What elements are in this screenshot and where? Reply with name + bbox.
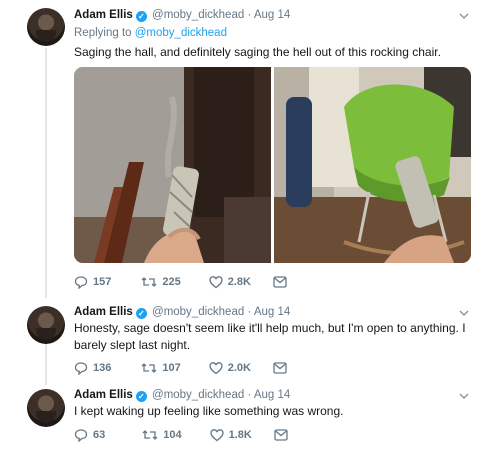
retweet-icon	[142, 430, 158, 440]
dm-button[interactable]	[273, 276, 287, 288]
reply-icon	[74, 276, 88, 289]
reply-count: 157	[93, 276, 112, 288]
tweet-header: Adam Ellis ✓ @moby_dickhead · Aug 14	[74, 9, 290, 22]
dm-button[interactable]	[273, 362, 287, 374]
verified-badge-icon: ✓	[135, 391, 147, 402]
avatar[interactable]	[27, 306, 65, 344]
like-icon	[209, 276, 223, 289]
retweet-button[interactable]: 225	[141, 275, 181, 289]
reply-button[interactable]: 136	[74, 361, 111, 375]
tweet-actions: 136 107 2.0K	[74, 360, 287, 376]
chevron-down-icon[interactable]	[458, 307, 470, 319]
tweet[interactable]: Adam Ellis ✓ @moby_dickhead · Aug 14 Repl…	[0, 0, 500, 295]
author-name[interactable]: Adam Ellis	[74, 306, 133, 318]
tweet-text: Saging the hall, and definitely saging t…	[74, 45, 441, 59]
dm-icon	[273, 362, 287, 374]
reply-button[interactable]: 63	[74, 428, 105, 442]
like-count: 2.0K	[227, 362, 251, 374]
reply-count: 63	[93, 429, 106, 441]
photo-rocking-chair[interactable]	[274, 67, 471, 263]
author-name[interactable]: Adam Ellis	[74, 9, 133, 21]
author-handle[interactable]: @moby_dickhead	[152, 306, 244, 318]
reply-button[interactable]: 157	[74, 275, 111, 289]
tweet-actions: 63 104 1.8K	[74, 427, 288, 443]
dm-icon	[273, 276, 287, 288]
photo-hall-sage[interactable]	[74, 67, 271, 263]
dm-button[interactable]	[274, 429, 288, 441]
author-handle[interactable]: @moby_dickhead	[152, 9, 244, 21]
verified-badge-icon: ✓	[135, 308, 147, 319]
reply-context: Replying to @moby_dickhead	[74, 27, 227, 39]
tweet-text: Honesty, sage doesn't seem like it'll he…	[74, 321, 466, 352]
tweet-date[interactable]: Aug 14	[254, 9, 290, 21]
like-icon	[209, 362, 223, 375]
like-button[interactable]: 2.8K	[209, 275, 251, 289]
retweet-icon	[141, 363, 157, 373]
avatar[interactable]	[27, 8, 65, 46]
author-name[interactable]: Adam Ellis	[74, 389, 133, 401]
reply-icon	[74, 429, 88, 442]
like-button[interactable]: 1.8K	[209, 428, 252, 442]
tweet[interactable]: Adam Ellis ✓ @moby_dickhead · Aug 14 I ke…	[0, 381, 500, 451]
like-icon	[209, 429, 224, 442]
separator: ·	[247, 9, 252, 21]
chevron-down-icon[interactable]	[458, 390, 470, 402]
retweet-count: 107	[162, 362, 181, 374]
reply-count: 136	[93, 362, 112, 374]
chevron-down-icon[interactable]	[458, 10, 470, 22]
separator: ·	[247, 389, 252, 401]
like-button[interactable]: 2.0K	[209, 361, 251, 375]
like-count: 1.8K	[228, 429, 252, 441]
tweet-date[interactable]: Aug 14	[254, 306, 290, 318]
tweet-header: Adam Ellis ✓ @moby_dickhead · Aug 14	[74, 389, 290, 402]
retweet-count: 225	[162, 276, 181, 288]
media-grid	[74, 67, 471, 263]
dm-icon	[274, 429, 288, 441]
retweet-button[interactable]: 104	[142, 428, 182, 442]
tweet-header: Adam Ellis ✓ @moby_dickhead · Aug 14	[74, 306, 290, 319]
reply-icon	[74, 362, 88, 375]
tweet-actions: 157 225 2.8K	[74, 274, 287, 290]
tweet[interactable]: Adam Ellis ✓ @moby_dickhead · Aug 14 Hone…	[0, 298, 500, 378]
author-handle[interactable]: @moby_dickhead	[152, 389, 244, 401]
avatar[interactable]	[27, 389, 65, 427]
retweet-icon	[141, 277, 157, 287]
retweet-button[interactable]: 107	[141, 361, 181, 375]
reply-handle-link[interactable]: @moby_dickhead	[135, 27, 227, 39]
like-count: 2.8K	[227, 276, 251, 288]
tweet-text: I kept waking up feeling like something …	[74, 404, 344, 418]
tweet-date[interactable]: Aug 14	[254, 389, 290, 401]
separator: ·	[247, 306, 252, 318]
retweet-count: 104	[163, 429, 182, 441]
reply-prefix: Replying to	[74, 27, 132, 39]
verified-badge-icon: ✓	[135, 11, 147, 22]
